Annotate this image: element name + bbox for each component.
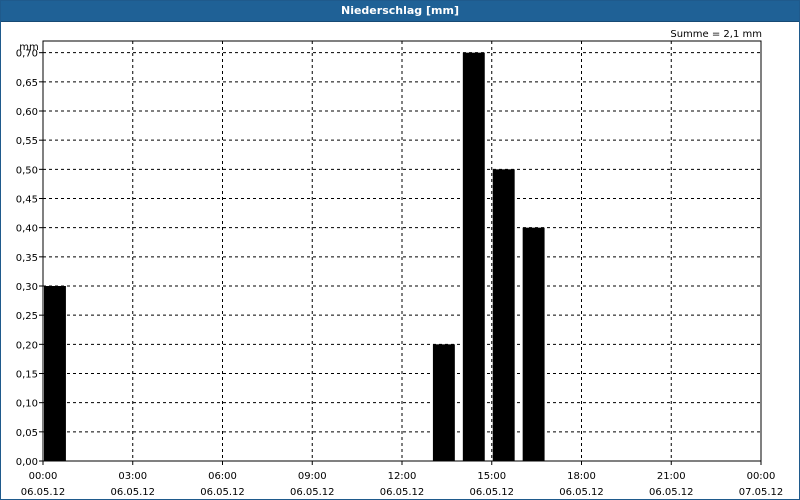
y-tick-label: 0,65 bbox=[16, 78, 38, 89]
x-tick-time-label: 09:00 bbox=[298, 471, 327, 482]
y-tick-label: 0,40 bbox=[16, 224, 38, 235]
y-tick-label: 0,50 bbox=[16, 165, 38, 176]
sum-annotation: Summe = 2,1 mm bbox=[670, 29, 762, 40]
y-tick-label: 0,30 bbox=[16, 282, 38, 293]
x-tick-date-label: 06.05.12 bbox=[290, 487, 335, 498]
y-tick-label: 0,15 bbox=[16, 370, 38, 381]
y-tick-label: 0,05 bbox=[16, 428, 38, 439]
precipitation-bar bbox=[462, 52, 485, 462]
x-tick-date-label: 06.05.12 bbox=[380, 487, 425, 498]
x-tick-time-label: 00:00 bbox=[29, 471, 58, 482]
y-tick-label: 0,45 bbox=[16, 195, 38, 206]
x-tick-time-label: 03:00 bbox=[118, 471, 147, 482]
y-tick-label: 0,60 bbox=[16, 107, 38, 118]
x-tick-date-label: 06.05.12 bbox=[110, 487, 155, 498]
x-tick-date-label: 06.05.12 bbox=[469, 487, 514, 498]
x-tick-time-label: 21:00 bbox=[657, 471, 686, 482]
y-tick-label: 0,25 bbox=[16, 311, 38, 322]
precipitation-bar bbox=[522, 227, 545, 461]
x-tick-date-label: 06.05.12 bbox=[649, 487, 694, 498]
x-tick-time-label: 12:00 bbox=[388, 471, 417, 482]
y-tick-label: 0,70 bbox=[16, 49, 38, 60]
precipitation-chart: mm Summe = 2,1 mm 0,000,050,100,150,200,… bbox=[16, 29, 784, 498]
x-tick-date-label: 06.05.12 bbox=[200, 487, 245, 498]
x-tick-time-label: 06:00 bbox=[208, 471, 237, 482]
x-tick-date-label: 06.05.12 bbox=[21, 487, 66, 498]
y-tick-label: 0,55 bbox=[16, 136, 38, 147]
x-tick-time-label: 18:00 bbox=[567, 471, 596, 482]
x-tick-time-label: 00:00 bbox=[747, 471, 776, 482]
y-tick-label: 0,10 bbox=[16, 399, 38, 410]
precipitation-bar bbox=[492, 169, 515, 462]
y-tick-label: 0,20 bbox=[16, 340, 38, 351]
x-tick-time-label: 15:00 bbox=[477, 471, 506, 482]
x-tick-date-label: 06.05.12 bbox=[559, 487, 604, 498]
x-tick-date-label: 07.05.12 bbox=[739, 487, 784, 498]
precipitation-bar bbox=[432, 344, 455, 461]
chart-window: Niederschlag [mm] mm Summe = 2,1 mm 0,00… bbox=[0, 0, 800, 500]
y-tick-label: 0,35 bbox=[16, 253, 38, 264]
precipitation-bar bbox=[44, 286, 66, 461]
y-tick-label: 0,00 bbox=[16, 457, 38, 468]
